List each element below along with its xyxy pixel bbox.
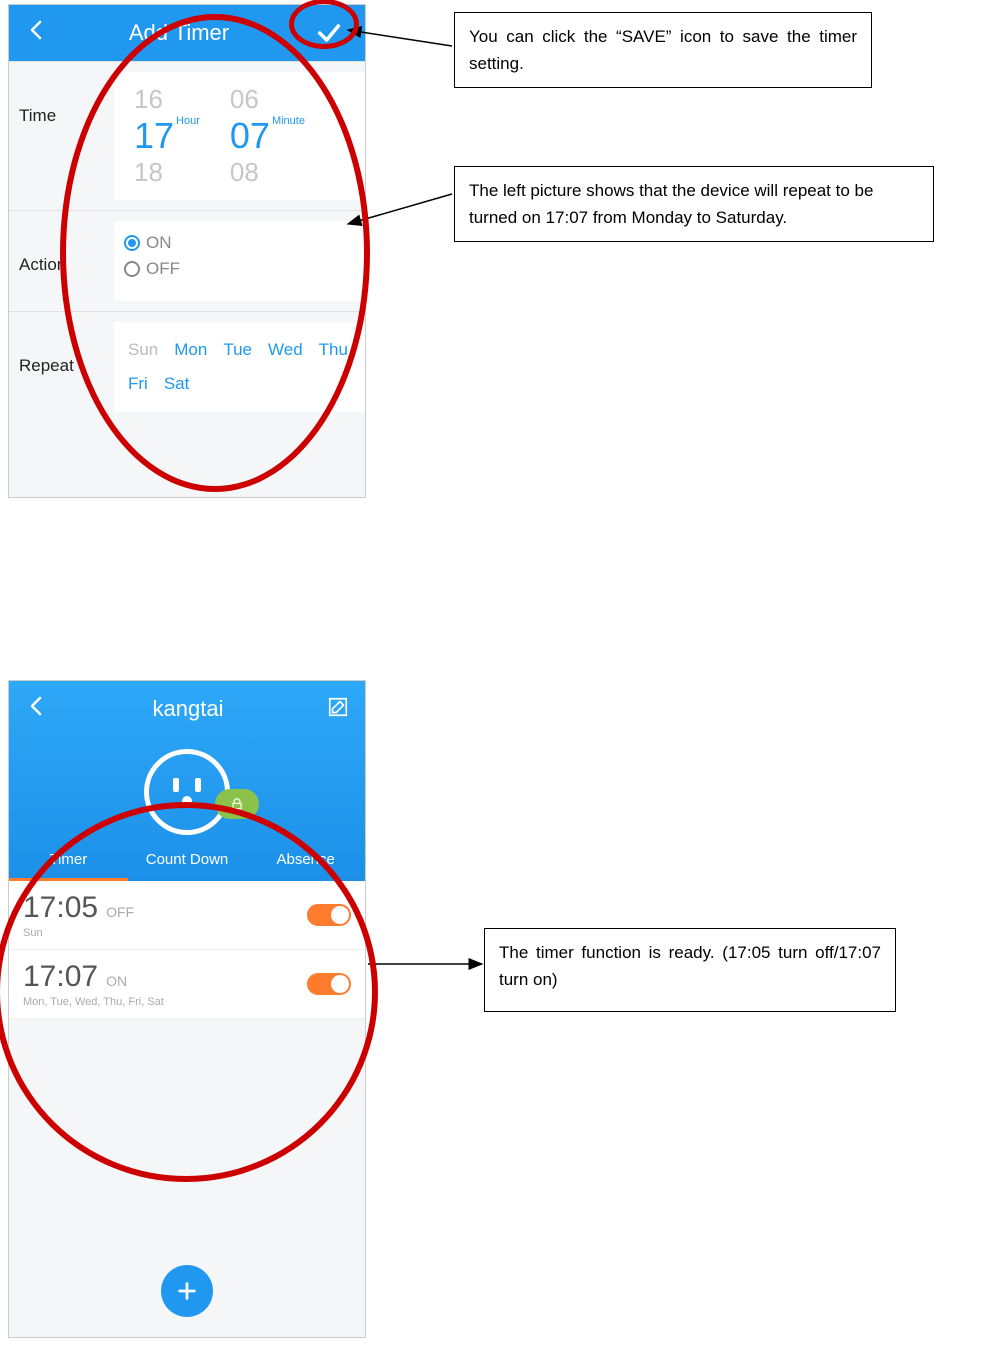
callout-save: You can click the “SAVE” icon to save th…	[454, 12, 872, 88]
edit-icon[interactable]	[327, 696, 349, 723]
device-title: kangtai	[153, 696, 224, 722]
annotation-oval-phone2	[0, 802, 378, 1182]
annotation-oval-phone1	[60, 14, 370, 492]
arrow-to-save	[340, 20, 470, 70]
annotation-circle-save	[289, 0, 359, 49]
back-arrow-icon[interactable]	[25, 17, 49, 49]
arrow-to-timerlist	[360, 950, 500, 980]
add-timer-fab[interactable]	[161, 1265, 213, 1317]
callout-repeat: The left picture shows that the device w…	[454, 166, 934, 242]
back-arrow-icon[interactable]	[25, 693, 49, 725]
callout-ready: The timer function is ready. (17:05 turn…	[484, 928, 896, 1012]
